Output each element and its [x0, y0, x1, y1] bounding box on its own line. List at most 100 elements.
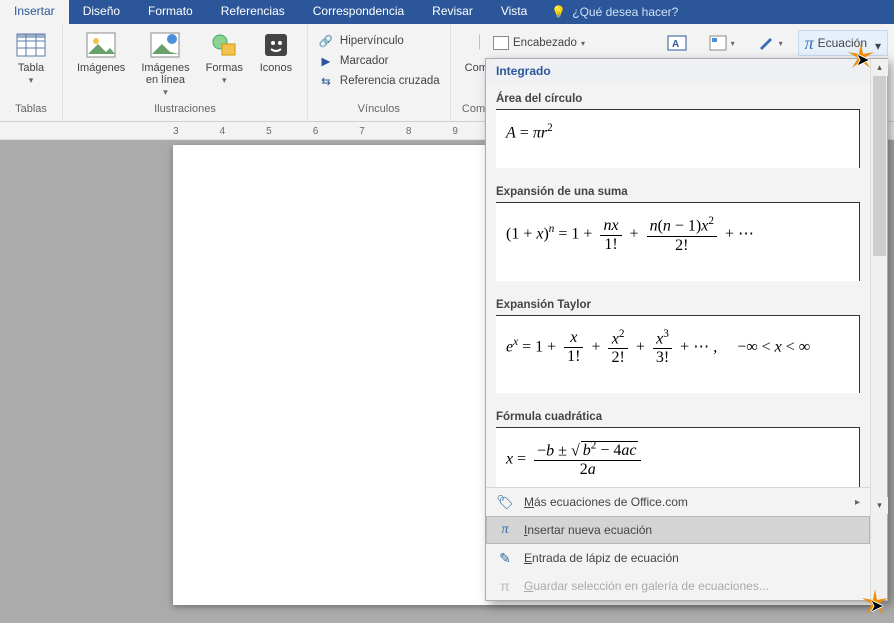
textbox-button[interactable]: A: [660, 31, 694, 55]
scroll-down-button[interactable]: ▾: [871, 497, 888, 514]
chevron-right-icon: ▸: [855, 497, 860, 508]
insert-new-equation-button[interactable]: π Insertar nueva ecuación: [486, 516, 870, 544]
textbox-icon: A: [667, 35, 687, 51]
online-picture-icon: [149, 30, 181, 60]
quickparts-button[interactable]: ▾: [702, 31, 742, 55]
ruler-tick: 6: [313, 126, 319, 137]
equation-item-taylor[interactable]: Expansión Taylor ex = 1 + x1! + x22! + x…: [486, 289, 870, 401]
hipervinculo-button[interactable]: 🔗 Hipervínculo: [316, 32, 442, 50]
group-ilustraciones: Imágenes Imágenesen línea▾ Formas▾ Icono…: [63, 24, 308, 121]
group-label-ilustraciones: Ilustraciones: [71, 103, 299, 119]
svg-text:A: A: [672, 39, 679, 50]
scroll-up-button[interactable]: ▴: [871, 59, 888, 76]
imagenes-en-linea-label: Imágenesen línea▾: [141, 62, 189, 98]
tab-correspondencia[interactable]: Correspondencia: [299, 0, 418, 24]
insert-new-equation-label: Insertar nueva ecuación: [524, 523, 652, 537]
imagenes-en-linea-button[interactable]: Imágenesen línea▾: [135, 28, 195, 100]
chevron-down-icon: ▾: [875, 39, 881, 53]
dropdown-header: Integrado: [486, 59, 870, 83]
bookmark-icon: ▶: [318, 54, 334, 68]
chevron-down-icon: ▾: [779, 39, 783, 48]
tell-me-search[interactable]: 💡 ¿Qué desea hacer?: [541, 0, 688, 24]
ink-equation-label: Entrada de lápiz de ecuación: [524, 551, 679, 565]
equation-title: Expansión de una suma: [496, 186, 860, 198]
pi-icon: π: [805, 33, 814, 54]
crossref-icon: ⇆: [318, 74, 334, 88]
chevron-down-icon: ▾: [731, 39, 735, 48]
hipervinculo-label: Hipervínculo: [340, 35, 404, 47]
tab-diseno[interactable]: Diseño: [69, 0, 134, 24]
tab-referencias[interactable]: Referencias: [207, 0, 299, 24]
shapes-icon: [208, 30, 240, 60]
equation-preview: x = −b ± √b2 − 4ac 2a: [496, 427, 860, 487]
equation-item-quadratic[interactable]: Fórmula cuadrática x = −b ± √b2 − 4ac 2a: [486, 401, 870, 487]
equation-title: Expansión Taylor: [496, 299, 860, 311]
equation-preview: (1 + x)n = 1 + nx1! + n(n − 1)x22! + ⋯: [496, 202, 860, 280]
imagenes-button[interactable]: Imágenes: [71, 28, 131, 76]
marcador-button[interactable]: ▶ Marcador: [316, 52, 442, 70]
group-label-tablas: Tablas: [8, 103, 54, 119]
dropdown-scrollbar[interactable]: ▴ ▾: [870, 59, 887, 600]
group-label-vinculos: Vínculos: [316, 103, 442, 119]
icons-icon: [260, 30, 292, 60]
ruler-tick: 4: [220, 126, 226, 137]
header-icon: [493, 36, 509, 50]
save-selection-button: π Guardar selección en galería de ecuaci…: [486, 572, 870, 600]
ruler-tick: 3: [173, 126, 179, 137]
ruler-tick: 8: [406, 126, 412, 137]
scroll-thumb[interactable]: [873, 76, 886, 256]
encabezado-label: Encabezado: [513, 37, 577, 49]
dropdown-footer: 🏷 Más ecuaciones de Office.com ▸ π Inser…: [486, 487, 870, 600]
ecuacion-label: Ecuación: [818, 36, 867, 50]
save-selection-label: Guardar selección en galería de ecuacion…: [524, 579, 769, 593]
marcador-label: Marcador: [340, 55, 389, 67]
table-icon: [15, 30, 47, 60]
encabezado-button[interactable]: Encabezado ▾: [486, 31, 592, 55]
ink-equation-button[interactable]: ✎ Entrada de lápiz de ecuación: [486, 544, 870, 572]
imagenes-label: Imágenes: [77, 62, 125, 74]
office-icon: 🏷: [496, 494, 514, 510]
signature-button[interactable]: ▾: [750, 31, 790, 55]
equation-dropdown: Integrado Área del círculo A = πr2 Expan…: [485, 58, 888, 601]
ink-icon: ✎: [496, 550, 514, 566]
tab-revisar[interactable]: Revisar: [418, 0, 487, 24]
tab-formato[interactable]: Formato: [134, 0, 207, 24]
save-gallery-icon: π: [496, 578, 514, 594]
more-equations-label: Más ecuaciones de Office.com: [524, 495, 688, 509]
equation-gallery: Área del círculo A = πr2 Expansión de un…: [486, 83, 870, 487]
pen-icon: [757, 35, 775, 51]
equation-item-area-circle[interactable]: Área del círculo A = πr2: [486, 83, 870, 176]
referencia-cruzada-label: Referencia cruzada: [340, 75, 440, 87]
referencia-cruzada-button[interactable]: ⇆ Referencia cruzada: [316, 72, 442, 90]
equation-title: Área del círculo: [496, 93, 860, 105]
formas-label: Formas▾: [206, 62, 243, 86]
iconos-button[interactable]: Iconos: [253, 28, 299, 76]
tab-vista[interactable]: Vista: [487, 0, 541, 24]
group-vinculos: 🔗 Hipervínculo ▶ Marcador ⇆ Referencia c…: [308, 24, 451, 121]
ruler-tick: 5: [266, 126, 272, 137]
tabla-button[interactable]: Tabla▾: [8, 28, 54, 88]
bulb-icon: 💡: [551, 5, 566, 19]
ruler-tick: 7: [359, 126, 365, 137]
equation-preview: A = πr2: [496, 109, 860, 168]
ribbon-right-row: Encabezado ▾ A ▾ ▾ π Ecuación ▾: [480, 24, 894, 58]
chevron-down-icon: ▾: [29, 75, 34, 85]
link-icon: 🔗: [318, 34, 334, 48]
picture-icon: [85, 30, 117, 60]
chevron-down-icon: ▾: [581, 39, 585, 48]
quickparts-icon: [709, 35, 727, 51]
equation-title: Fórmula cuadrática: [496, 411, 860, 423]
group-tablas: Tabla▾ Tablas: [0, 24, 63, 121]
ruler-tick: 9: [452, 126, 458, 137]
chevron-down-icon: ▾: [163, 87, 168, 97]
more-equations-office-button[interactable]: 🏷 Más ecuaciones de Office.com ▸: [486, 488, 870, 516]
ribbon-tabs: Insertar Diseño Formato Referencias Corr…: [0, 0, 894, 24]
tell-me-placeholder: ¿Qué desea hacer?: [572, 5, 678, 19]
tab-insertar[interactable]: Insertar: [0, 0, 69, 24]
pi-icon: π: [496, 522, 514, 538]
ecuacion-button[interactable]: π Ecuación ▾: [798, 30, 888, 56]
formas-button[interactable]: Formas▾: [200, 28, 249, 88]
equation-preview: ex = 1 + x1! + x22! + x33! + ⋯ , −∞ < x …: [496, 315, 860, 393]
equation-item-expansion-sum[interactable]: Expansión de una suma (1 + x)n = 1 + nx1…: [486, 176, 870, 288]
tabla-label: Tabla: [18, 62, 44, 74]
